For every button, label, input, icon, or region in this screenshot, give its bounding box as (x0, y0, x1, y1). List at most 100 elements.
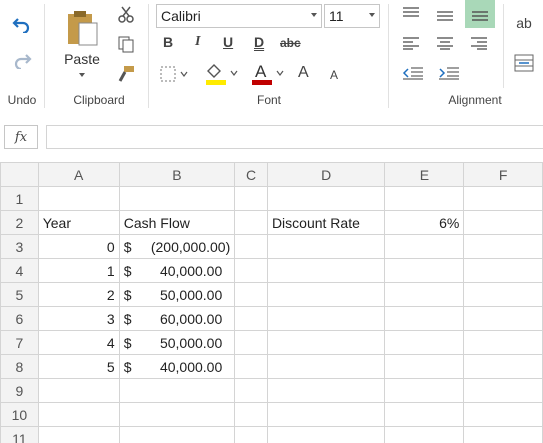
row-header[interactable]: 2 (0, 210, 39, 235)
cell[interactable] (384, 186, 465, 211)
row-header[interactable]: 10 (0, 402, 39, 427)
borders-button[interactable] (158, 62, 190, 86)
cell[interactable] (384, 234, 465, 259)
decrease-indent-button[interactable] (398, 62, 428, 84)
cell[interactable] (266, 306, 386, 331)
select-all-corner[interactable] (0, 162, 39, 187)
cell[interactable] (118, 402, 236, 427)
cell[interactable] (266, 378, 386, 403)
cell-B5[interactable]: $50,000.00 (118, 282, 236, 307)
cell[interactable] (234, 354, 268, 379)
bold-button[interactable]: B (163, 34, 173, 50)
cell[interactable] (384, 426, 465, 443)
cell[interactable] (37, 186, 120, 211)
font-name-select[interactable]: Calibri (156, 4, 322, 28)
cell-A4[interactable]: 1 (37, 258, 120, 283)
cell-B8[interactable]: $40,000.00 (118, 354, 236, 379)
row-header[interactable]: 4 (0, 258, 39, 283)
paste-button[interactable]: Paste (58, 4, 106, 82)
column-header[interactable]: E (384, 162, 465, 187)
row-header[interactable]: 5 (0, 282, 39, 307)
copy-button[interactable] (114, 32, 138, 56)
cell[interactable] (37, 402, 120, 427)
cell[interactable] (463, 306, 543, 331)
cell[interactable] (463, 426, 543, 443)
strikethrough-button[interactable]: abc (280, 36, 301, 50)
cell-A2[interactable]: Year (37, 210, 120, 235)
cell[interactable] (234, 282, 268, 307)
cell-A6[interactable]: 3 (37, 306, 120, 331)
cell[interactable] (266, 258, 386, 283)
row-header[interactable]: 8 (0, 354, 39, 379)
italic-button[interactable]: I (195, 34, 200, 50)
cell[interactable] (234, 186, 268, 211)
column-header[interactable]: B (118, 162, 236, 187)
cell[interactable] (37, 426, 120, 443)
row-header[interactable]: 11 (0, 426, 39, 443)
cell[interactable] (234, 402, 268, 427)
cell-B4[interactable]: $40,000.00 (118, 258, 236, 283)
cell[interactable] (266, 402, 386, 427)
cell[interactable] (384, 330, 465, 355)
wrap-text-button[interactable]: ab (510, 8, 538, 38)
cell-A5[interactable]: 2 (37, 282, 120, 307)
shrink-font-button[interactable]: A (330, 68, 338, 82)
cell-B3[interactable]: $ (200,000.00) (118, 234, 236, 259)
cell[interactable] (463, 258, 543, 283)
align-left-button[interactable] (398, 32, 424, 54)
column-header[interactable]: D (266, 162, 386, 187)
row-header[interactable]: 9 (0, 378, 39, 403)
insert-function-button[interactable]: fx (4, 125, 38, 149)
cell-A3[interactable]: 0 (37, 234, 120, 259)
font-size-select[interactable]: 11 (324, 4, 380, 28)
cell[interactable] (234, 258, 268, 283)
cell[interactable] (234, 210, 268, 235)
column-header[interactable]: A (37, 162, 120, 187)
cell[interactable] (384, 306, 465, 331)
cut-button[interactable] (114, 2, 138, 26)
formula-input[interactable] (46, 125, 543, 149)
cell[interactable] (384, 378, 465, 403)
fill-color-button[interactable] (202, 60, 240, 88)
column-header[interactable]: C (234, 162, 268, 187)
cell[interactable] (384, 354, 465, 379)
merge-center-button[interactable] (510, 50, 538, 76)
cell[interactable] (463, 330, 543, 355)
increase-indent-button[interactable] (434, 62, 464, 84)
cell[interactable] (234, 306, 268, 331)
cell[interactable] (266, 426, 386, 443)
cell-B6[interactable]: $60,000.00 (118, 306, 236, 331)
cell[interactable] (463, 354, 543, 379)
cell[interactable] (384, 258, 465, 283)
cell[interactable] (234, 378, 268, 403)
cell[interactable] (266, 354, 386, 379)
row-header[interactable]: 6 (0, 306, 39, 331)
cell[interactable] (463, 234, 543, 259)
cell[interactable] (37, 378, 120, 403)
cell-B7[interactable]: $50,000.00 (118, 330, 236, 355)
cell[interactable] (463, 210, 543, 235)
cell-D2[interactable]: Discount Rate (266, 210, 386, 235)
cell[interactable] (234, 426, 268, 443)
double-underline-button[interactable]: D (254, 34, 264, 50)
cell-E2[interactable]: 6% (384, 210, 465, 235)
undo-button[interactable] (8, 10, 36, 36)
cell[interactable] (384, 402, 465, 427)
font-color-button[interactable]: A (248, 60, 286, 88)
cell-A7[interactable]: 4 (37, 330, 120, 355)
align-top-button[interactable] (398, 2, 424, 24)
align-right-button[interactable] (466, 32, 492, 54)
cell[interactable] (463, 402, 543, 427)
cell[interactable] (384, 282, 465, 307)
grow-font-button[interactable]: A (298, 64, 309, 82)
align-center-button[interactable] (432, 32, 458, 54)
underline-button[interactable]: U (223, 34, 233, 50)
row-header[interactable]: 7 (0, 330, 39, 355)
cell[interactable] (463, 282, 543, 307)
column-header[interactable]: F (463, 162, 543, 187)
cell[interactable] (266, 234, 386, 259)
cell[interactable] (234, 234, 268, 259)
cell[interactable] (266, 330, 386, 355)
cell[interactable] (463, 186, 543, 211)
cell[interactable] (118, 378, 236, 403)
